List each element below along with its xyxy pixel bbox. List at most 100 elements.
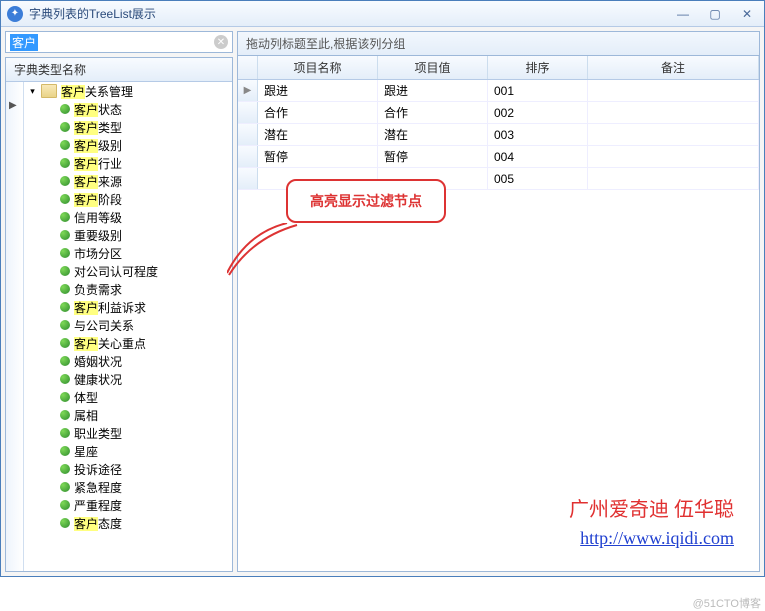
close-button[interactable]: ✕ (736, 6, 758, 22)
tree-node[interactable]: 客户利益诉求 (24, 298, 232, 316)
tree-node[interactable]: 市场分区 (24, 244, 232, 262)
table-row[interactable]: 潜在潜在003 (238, 124, 759, 146)
clear-search-icon[interactable]: ✕ (214, 35, 228, 49)
table-row[interactable]: 暂停暂停004 (238, 146, 759, 168)
group-panel[interactable]: 拖动列标题至此,根据该列分组 (237, 31, 760, 55)
cell-order[interactable]: 004 (488, 146, 588, 167)
col-name[interactable]: 项目名称 (258, 56, 378, 79)
cell-order[interactable]: 002 (488, 102, 588, 123)
row-indicator (238, 146, 258, 167)
bullet-icon (60, 266, 70, 276)
cell-name[interactable]: 跟进 (258, 80, 378, 101)
tree-node[interactable]: 重要级别 (24, 226, 232, 244)
bullet-icon (60, 140, 70, 150)
tree-node[interactable]: 健康状况 (24, 370, 232, 388)
node-label: 职业类型 (74, 425, 122, 442)
window-buttons: — ▢ ✕ (672, 6, 758, 22)
minimize-button[interactable]: — (672, 6, 694, 22)
content-area: 客户 ✕ 字典类型名称 ▶ ▾ 客户关系管理客户状态客户类型客户级别客户行业客户来… (1, 27, 764, 576)
col-value[interactable]: 项目值 (378, 56, 488, 79)
cell-order[interactable]: 003 (488, 124, 588, 145)
node-label: 客户利益诉求 (74, 299, 146, 316)
node-label: 健康状况 (74, 371, 122, 388)
grid[interactable]: 项目名称 项目值 排序 备注 ▶跟进跟进001合作合作002潜在潜在003暂停暂… (237, 55, 760, 572)
cell-note[interactable] (588, 124, 759, 145)
search-input[interactable]: 客户 (10, 34, 38, 51)
bullet-icon (60, 482, 70, 492)
row-selector-header (238, 56, 258, 79)
bullet-icon (60, 410, 70, 420)
node-label: 信用等级 (74, 209, 122, 226)
bullet-icon (60, 392, 70, 402)
expander-icon[interactable]: ▾ (28, 87, 37, 96)
row-indicator (238, 124, 258, 145)
cell-value[interactable]: 跟进 (378, 80, 488, 101)
bullet-icon (60, 230, 70, 240)
cell-name[interactable]: 暂停 (258, 146, 378, 167)
tree-node[interactable]: 紧急程度 (24, 478, 232, 496)
tree-node[interactable]: 与公司关系 (24, 316, 232, 334)
tree-node[interactable]: 职业类型 (24, 424, 232, 442)
tree-node[interactable]: 客户阶段 (24, 190, 232, 208)
node-label: 客户阶段 (74, 191, 122, 208)
node-label: 市场分区 (74, 245, 122, 262)
node-label: 婚姻状况 (74, 353, 122, 370)
node-label: 体型 (74, 389, 98, 406)
tree-root-node[interactable]: ▾ 客户关系管理 (24, 82, 232, 100)
bullet-icon (60, 104, 70, 114)
maximize-button[interactable]: ▢ (704, 6, 726, 22)
tree-node[interactable]: 信用等级 (24, 208, 232, 226)
cell-order[interactable]: 001 (488, 80, 588, 101)
search-box[interactable]: 客户 ✕ (5, 31, 233, 53)
node-label: 重要级别 (74, 227, 122, 244)
tree-node[interactable]: 负责需求 (24, 280, 232, 298)
node-label: 客户关心重点 (74, 335, 146, 352)
node-label: 客户行业 (74, 155, 122, 172)
tree-node[interactable]: 客户类型 (24, 118, 232, 136)
tree-node[interactable]: 客户行业 (24, 154, 232, 172)
tree-header[interactable]: 字典类型名称 (6, 58, 232, 82)
bullet-icon (60, 320, 70, 330)
cell-order[interactable]: 005 (488, 168, 588, 189)
tree-body[interactable]: ▶ ▾客户关系管理客户状态客户类型客户级别客户行业客户来源客户阶段信用等级重要级… (6, 82, 232, 571)
right-panel: 拖动列标题至此,根据该列分组 项目名称 项目值 排序 备注 ▶跟进跟进001合作… (237, 31, 760, 572)
tree-node[interactable]: 星座 (24, 442, 232, 460)
cell-note[interactable] (588, 80, 759, 101)
col-note[interactable]: 备注 (588, 56, 759, 79)
cell-value[interactable]: 潜在 (378, 124, 488, 145)
col-order[interactable]: 排序 (488, 56, 588, 79)
table-row[interactable]: ▶跟进跟进001 (238, 80, 759, 102)
tree-node[interactable]: 对公司认可程度 (24, 262, 232, 280)
app-window: ✦ 字典列表的TreeList展示 — ▢ ✕ 客户 ✕ 字典类型名称 ▶ ▾客… (0, 0, 765, 577)
tree-node[interactable]: 客户级别 (24, 136, 232, 154)
tree-node[interactable]: 属相 (24, 406, 232, 424)
cell-note[interactable] (588, 146, 759, 167)
tree-node[interactable]: 投诉途径 (24, 460, 232, 478)
tree-node[interactable]: 客户来源 (24, 172, 232, 190)
tree-node[interactable]: 婚姻状况 (24, 352, 232, 370)
watermark: 广州爱奇迪 伍华聪 http://www.iqidi.com (569, 496, 734, 552)
tree-node[interactable]: 客户态度 (24, 514, 232, 532)
bullet-icon (60, 374, 70, 384)
node-label: 客户级别 (74, 137, 122, 154)
watermark-link[interactable]: http://www.iqidi.com (580, 528, 734, 548)
tree-node[interactable]: 体型 (24, 388, 232, 406)
bullet-icon (60, 446, 70, 456)
cell-name[interactable]: 潜在 (258, 124, 378, 145)
tree-node[interactable]: 客户状态 (24, 100, 232, 118)
cell-value[interactable]: 合作 (378, 102, 488, 123)
callout-tail (227, 223, 307, 283)
bullet-icon (60, 284, 70, 294)
cell-value[interactable]: 暂停 (378, 146, 488, 167)
node-label: 客户关系管理 (61, 83, 133, 100)
table-row[interactable]: 合作合作002 (238, 102, 759, 124)
tree-node[interactable]: 客户关心重点 (24, 334, 232, 352)
row-indicator: ▶ (238, 80, 258, 101)
node-label: 投诉途径 (74, 461, 122, 478)
cell-note[interactable] (588, 102, 759, 123)
node-label: 客户来源 (74, 173, 122, 190)
book-icon (41, 84, 57, 98)
cell-name[interactable]: 合作 (258, 102, 378, 123)
cell-note[interactable] (588, 168, 759, 189)
tree-node[interactable]: 严重程度 (24, 496, 232, 514)
